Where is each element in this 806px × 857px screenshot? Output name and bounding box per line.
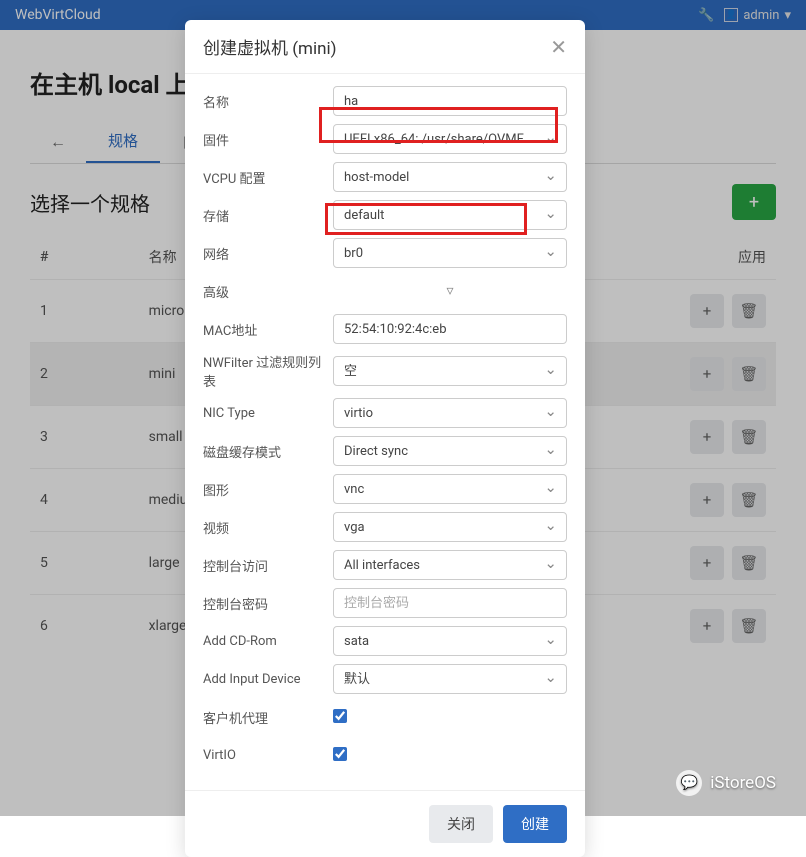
label-storage: 存储	[203, 206, 333, 225]
advanced-toggle[interactable]: ▿	[333, 283, 567, 299]
firmware-select[interactable]: UEFI x86_64: /usr/share/OVMF	[333, 124, 567, 154]
virtio-checkbox[interactable]	[333, 747, 347, 761]
mac-input[interactable]	[333, 314, 567, 344]
label-console-pwd: 控制台密码	[203, 594, 333, 613]
label-network: 网络	[203, 244, 333, 263]
graphics-select[interactable]: vnc	[333, 474, 567, 504]
wechat-icon: 💬	[676, 770, 702, 796]
label-cdrom: Add CD-Rom	[203, 634, 333, 649]
label-name: 名称	[203, 92, 333, 111]
create-vm-modal: 创建虚拟机 (mini) ✕ 名称 固件 UEFI x86_64: /usr/s…	[185, 20, 585, 857]
name-input[interactable]	[333, 86, 567, 116]
modal-close-button[interactable]: ✕	[550, 35, 567, 59]
label-guest-agent: 客户机代理	[203, 708, 333, 727]
cache-select[interactable]: Direct sync	[333, 436, 567, 466]
modal-close-footer-button[interactable]: 关闭	[429, 805, 493, 843]
video-select[interactable]: vga	[333, 512, 567, 542]
storage-select[interactable]: default	[333, 200, 567, 230]
vcpu-select[interactable]: host-model	[333, 162, 567, 192]
console-access-select[interactable]: All interfaces	[333, 550, 567, 580]
label-advanced: 高级	[203, 282, 333, 301]
label-input-dev: Add Input Device	[203, 672, 333, 687]
label-graphics: 图形	[203, 480, 333, 499]
console-pwd-input[interactable]	[333, 588, 567, 618]
create-button[interactable]: 创建	[503, 805, 567, 843]
label-console-access: 控制台访问	[203, 556, 333, 575]
label-firmware: 固件	[203, 130, 333, 149]
nwfilter-select[interactable]: 空	[333, 356, 567, 386]
label-cache: 磁盘缓存模式	[203, 442, 333, 461]
cdrom-select[interactable]: sata	[333, 626, 567, 656]
nic-select[interactable]: virtio	[333, 398, 567, 428]
label-nwfilter: NWFilter 过滤规则列表	[203, 352, 333, 390]
label-video: 视频	[203, 518, 333, 537]
label-mac: MAC地址	[203, 320, 333, 339]
label-virtio: VirtIO	[203, 748, 333, 763]
label-vcpu: VCPU 配置	[203, 168, 333, 187]
modal-title: 创建虚拟机 (mini)	[203, 34, 337, 59]
input-dev-select[interactable]: 默认	[333, 664, 567, 694]
label-nic: NIC Type	[203, 406, 333, 421]
network-select[interactable]: br0	[333, 238, 567, 268]
watermark: 💬 iStoreOS	[676, 770, 776, 796]
watermark-text: iStoreOS	[710, 773, 776, 793]
guest-agent-checkbox[interactable]	[333, 709, 347, 723]
